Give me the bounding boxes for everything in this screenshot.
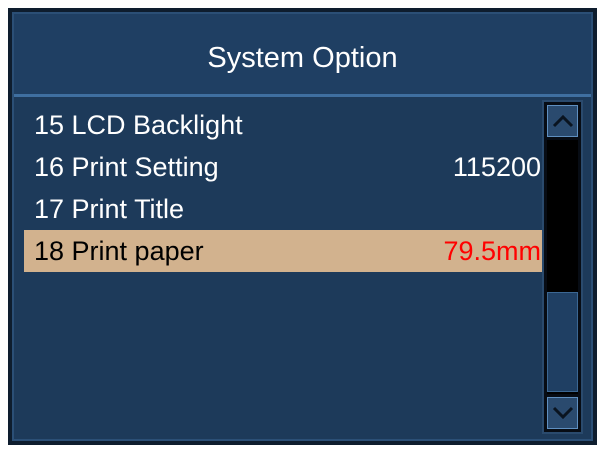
list-item-lcd-backlight[interactable]: 15 LCD Backlight [24, 104, 547, 146]
list-item-label: 17 Print Title [34, 194, 185, 224]
dialog-frame: System Option 15 LCD Backlight 16 Print … [8, 8, 597, 445]
system-option-panel: System Option 15 LCD Backlight 16 Print … [12, 12, 593, 441]
scroll-down-button[interactable] [547, 397, 578, 429]
chevron-down-icon [552, 406, 573, 420]
scroll-up-button[interactable] [547, 105, 578, 137]
list-item-value: 79.5mm [443, 236, 541, 266]
chevron-up-icon [552, 114, 573, 128]
list-item-value: 115200 [452, 152, 541, 182]
list-item-label: 15 LCD Backlight [34, 110, 243, 140]
list-item-print-paper[interactable]: 18 Print paper 79.5mm [24, 230, 547, 272]
page-title: System Option [207, 42, 398, 74]
list-item-print-title[interactable]: 17 Print Title [24, 188, 547, 230]
scrollbar-thumb[interactable] [547, 292, 578, 392]
list-item-label: 16 Print Setting [34, 152, 219, 182]
scrollbar[interactable] [542, 100, 583, 434]
list-item-print-setting[interactable]: 16 Print Setting 115200 [24, 146, 547, 188]
option-list: 15 LCD Backlight 16 Print Setting 115200… [24, 104, 547, 272]
title-bar: System Option [14, 14, 591, 96]
list-item-label: 18 Print paper [34, 236, 204, 266]
title-divider [14, 94, 591, 97]
